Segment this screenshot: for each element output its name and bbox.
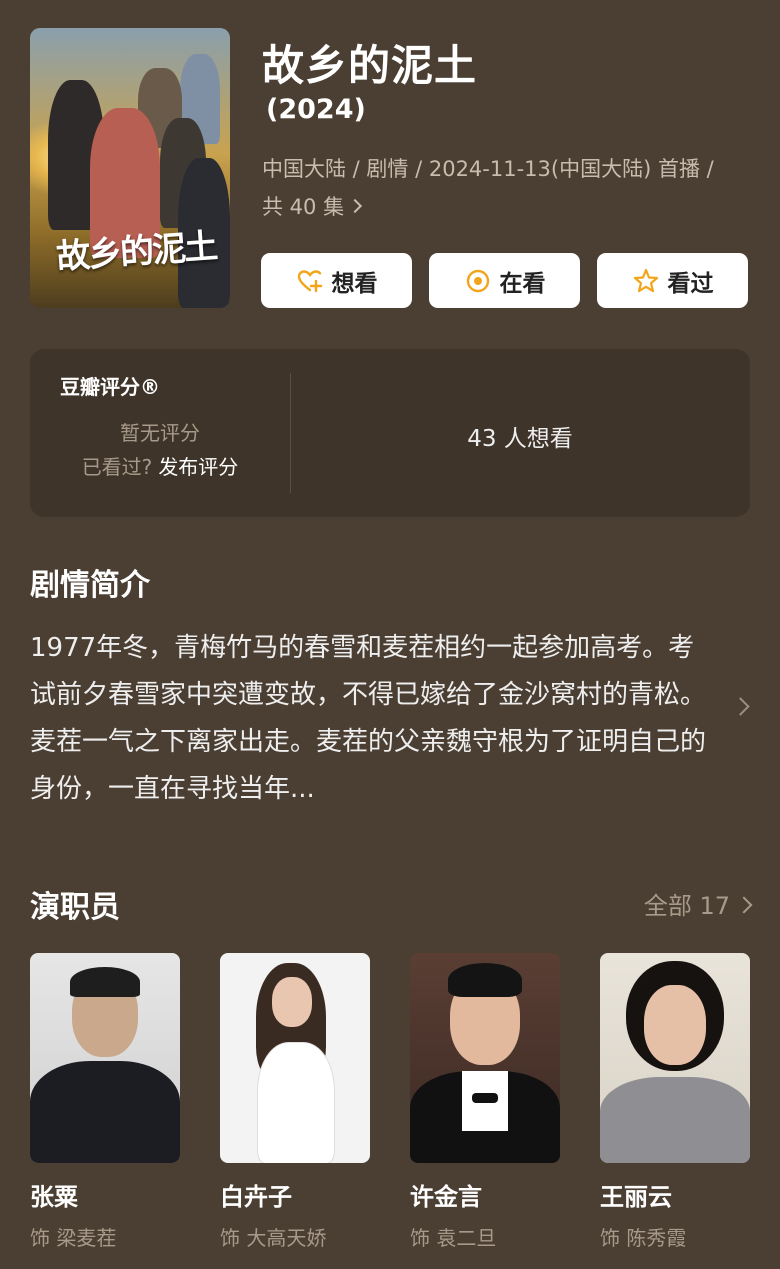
synopsis-text[interactable]: 1977年冬，青梅竹马的春雪和麦茬相约一起参加高考。考试前夕春雪家中突遭变故，不…	[30, 625, 720, 813]
cast-card[interactable]: 张粟 饰 梁麦茬	[30, 953, 180, 1251]
watching-button[interactable]: 在看	[429, 253, 580, 308]
cast-photo	[600, 953, 750, 1163]
view-all-cast-link[interactable]: 全部 17	[643, 886, 753, 921]
no-rating-text: 暂无评分	[120, 421, 200, 445]
episode-count: 共 40 集	[262, 195, 345, 219]
cast-heading: 演职员	[30, 890, 120, 925]
cast-name: 白卉子	[220, 1183, 292, 1211]
watched-prompt: 已看过?	[81, 455, 153, 479]
cast-card[interactable]: 王丽云 饰 陈秀霞	[600, 953, 750, 1251]
chevron-right-icon	[348, 198, 363, 214]
cast-role: 饰 陈秀霞	[600, 1226, 687, 1250]
watching-label: 在看	[499, 270, 546, 297]
cast-photo	[30, 953, 180, 1163]
want-label: 想看	[331, 270, 378, 297]
all-cast-label: 全部 17	[643, 892, 730, 920]
cast-role: 饰 大高天娇	[220, 1226, 327, 1250]
watched-button[interactable]: 看过	[597, 253, 748, 308]
synopsis-heading: 剧情简介	[30, 568, 150, 603]
cast-photo	[220, 953, 370, 1163]
cast-card[interactable]: 白卉子 饰 大高天娇	[220, 953, 370, 1251]
publish-rating-link[interactable]: 发布评分	[158, 455, 238, 479]
target-circle-icon	[466, 269, 489, 292]
cast-card[interactable]: 许金言 饰 袁二旦	[410, 953, 560, 1251]
watched-label: 看过	[667, 270, 714, 297]
heart-plus-icon	[297, 269, 322, 292]
cast-role: 饰 袁二旦	[410, 1226, 497, 1250]
cast-name: 张粟	[30, 1183, 78, 1211]
want-to-watch-button[interactable]: 想看	[261, 253, 412, 308]
star-icon	[633, 268, 658, 292]
cast-name: 许金言	[410, 1183, 482, 1211]
cast-name: 王丽云	[600, 1183, 672, 1211]
chevron-right-icon[interactable]	[731, 697, 750, 716]
cast-photo	[410, 953, 560, 1163]
chevron-right-icon	[735, 896, 753, 914]
show-title: 故乡的泥土	[262, 41, 478, 90]
cast-role: 饰 梁麦茬	[30, 1226, 117, 1250]
poster-image[interactable]: 故乡的泥土	[30, 28, 230, 308]
show-year: (2024)	[266, 94, 366, 125]
douban-rating-title: 豆瓣评分®	[60, 375, 160, 399]
rating-card: 豆瓣评分® 暂无评分 已看过? 发布评分 43 人想看	[30, 349, 750, 517]
want-count: 43 人想看	[467, 426, 573, 452]
show-meta[interactable]: 中国大陆 / 剧情 / 2024-11-13(中国大陆) 首播 / 共 40 集	[262, 150, 752, 226]
meta-line: 中国大陆 / 剧情 / 2024-11-13(中国大陆) 首播 /	[262, 157, 714, 181]
